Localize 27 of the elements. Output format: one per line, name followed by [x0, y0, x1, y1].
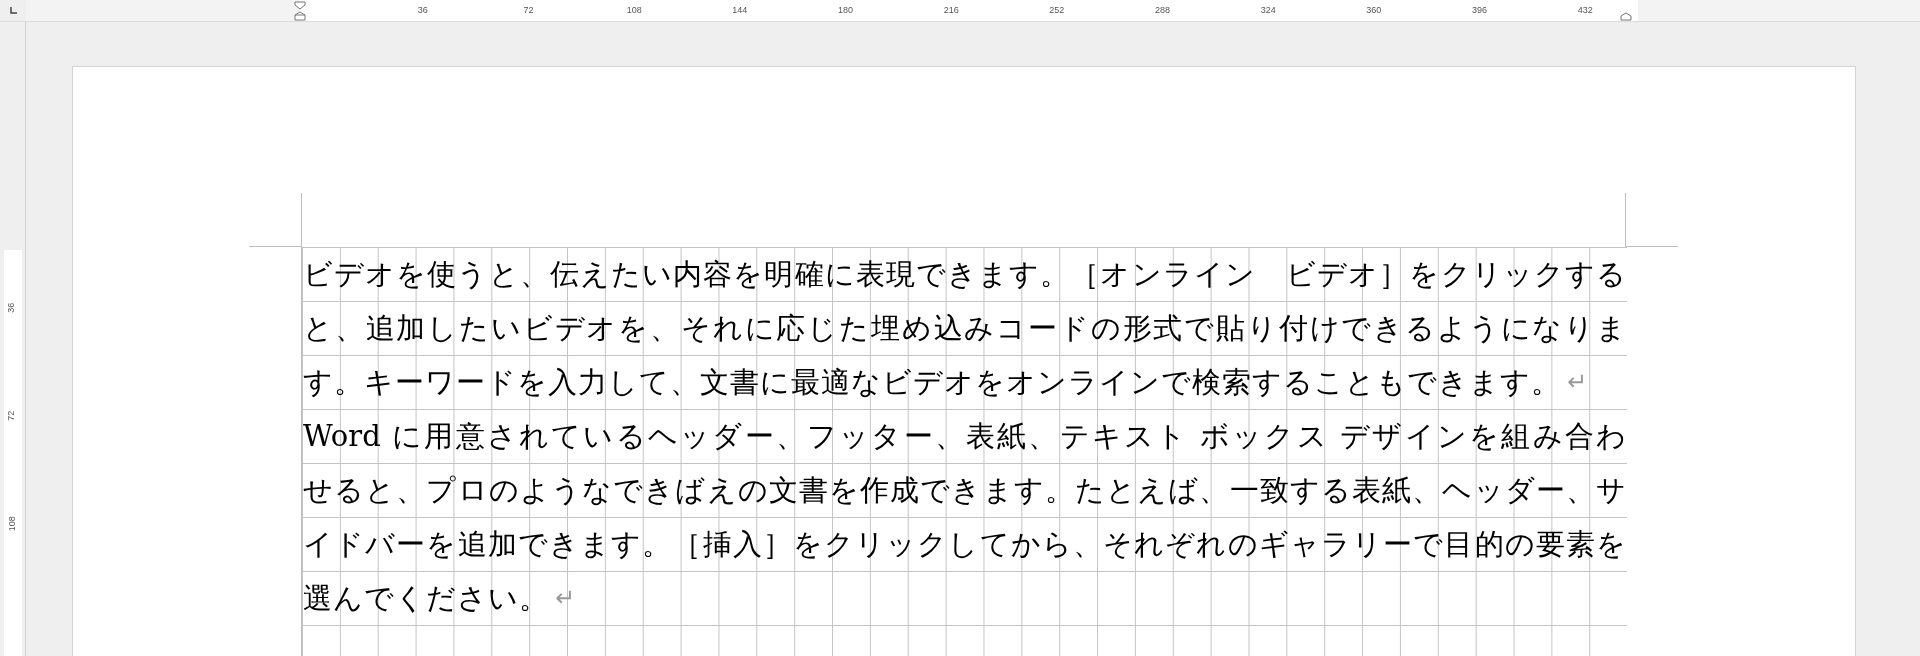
- ruler-number: 396: [1472, 3, 1488, 17]
- ruler-number: 108: [626, 3, 642, 17]
- paragraph-mark: ↵: [555, 583, 576, 614]
- text-line: と、追加したいビデオを、それに応じた埋め込みコードの形式で貼り付けできるようになりま: [302, 310, 1627, 347]
- ruler-number: 360: [1366, 3, 1382, 17]
- text-line: す。キーワードを入力して、文書に最適なビデオをオンラインで検索することもできます。: [302, 364, 1561, 401]
- ruler-number: 216: [943, 3, 959, 17]
- indent-marker-icon[interactable]: [294, 0, 306, 21]
- paragraph-mark: ↵: [1567, 367, 1588, 398]
- text-line: Word に用意されているヘッダー、フッター、表紙、テキスト ボックス デザインを組み合わ: [302, 418, 1627, 455]
- ruler-number: 324: [1260, 3, 1276, 17]
- ruler-number: 36: [5, 302, 18, 313]
- text-line: イドバーを追加できます。［挿入］をクリックしてから、それぞれのギャラリーで目的の要素を: [302, 526, 1627, 563]
- tab-stop-icon[interactable]: [9, 7, 17, 14]
- ruler-number: 108: [5, 516, 18, 532]
- ruler-number: 252: [1049, 3, 1065, 17]
- ruler-number: 288: [1155, 3, 1171, 17]
- ruler-number: 72: [523, 3, 534, 17]
- ruler-number: 180: [838, 3, 854, 17]
- indent-marker-icon[interactable]: [1620, 12, 1632, 21]
- ruler-number: 144: [732, 3, 748, 17]
- text-line: ビデオを使うと、伝えたい内容を明確に表現できます。［オンライン ビデオ］をクリックする: [302, 256, 1627, 293]
- ruler-number: 72: [5, 410, 18, 421]
- ruler-number: 432: [1577, 3, 1593, 17]
- text-line: せると、プロのようなできばえの文書を作成できます。たとえば、一致する表紙、ヘッダー、サ: [302, 472, 1627, 509]
- text-line: 選んでください。: [302, 580, 549, 617]
- ruler-number: 36: [417, 3, 428, 17]
